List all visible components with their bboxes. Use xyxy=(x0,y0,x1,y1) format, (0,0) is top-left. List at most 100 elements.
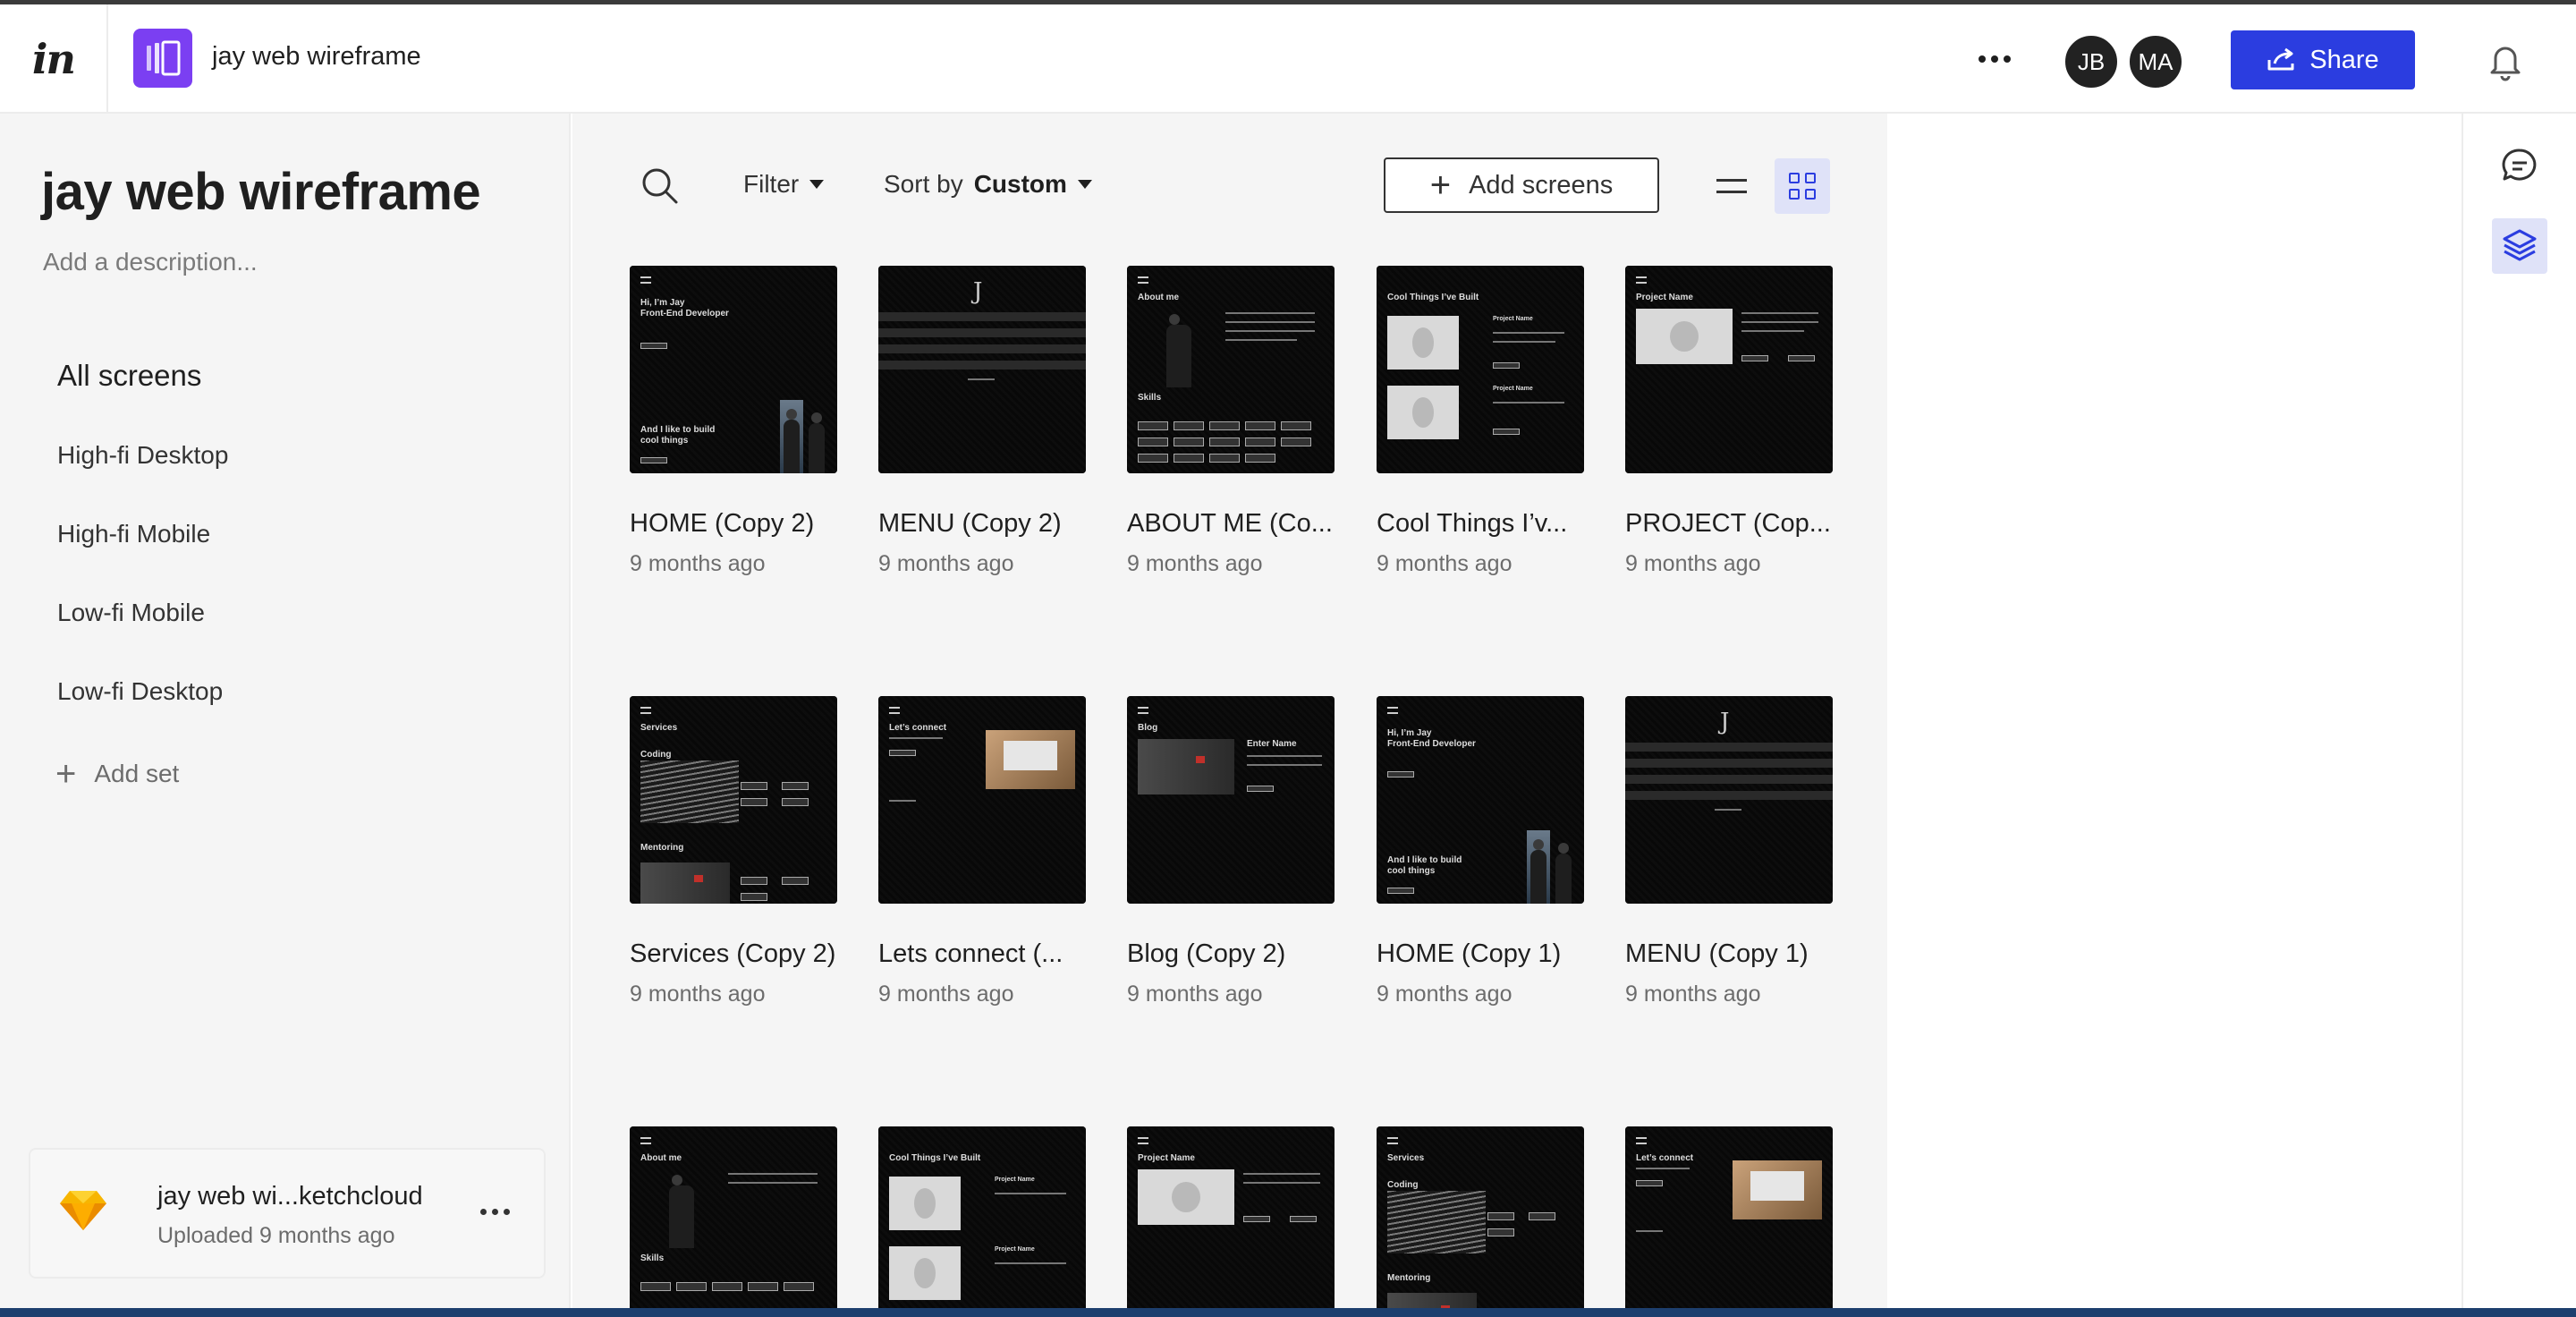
thumb-project-name: Project Name xyxy=(995,1177,1035,1183)
screen-name: Services (Copy 2) xyxy=(630,939,836,968)
screen-name: MENU (Copy 1) xyxy=(1625,939,1809,968)
filter-label: Filter xyxy=(743,170,800,198)
sidebar-item-set[interactable]: Low-fi Mobile xyxy=(57,599,205,627)
right-tool-panel xyxy=(2462,114,2576,1317)
thumb-project-name: Project Name xyxy=(1493,316,1533,322)
layers-button[interactable] xyxy=(2492,218,2547,274)
screen-timestamp: 9 months ago xyxy=(630,981,766,1007)
screen-thumbnail[interactable]: About me Skills xyxy=(630,1126,837,1308)
screen-card[interactable]: Project Name xyxy=(1127,1126,1335,1308)
screen-timestamp: 9 months ago xyxy=(1127,981,1263,1007)
upload-file-name: jay web wi...ketchcloud xyxy=(157,1182,423,1211)
sidebar-item-set[interactable]: Low-fi Desktop xyxy=(57,677,223,706)
screen-card[interactable]: About me Skills xyxy=(630,1126,837,1308)
screen-card[interactable]: J MENU (Copy 1) 9 months ago xyxy=(1625,696,1833,1007)
screen-thumbnail[interactable]: Services Coding Mentoring xyxy=(1377,1126,1584,1308)
project-icon[interactable] xyxy=(133,29,192,88)
thumb-subheading: Mentoring xyxy=(640,843,684,853)
chevron-down-icon xyxy=(1077,180,1092,189)
thumb-heading: Hi, I’m Jay Front-End Developer xyxy=(640,298,729,319)
thumb-heading: Let’s connect xyxy=(889,723,947,733)
screen-thumbnail[interactable]: Project Name xyxy=(1127,1126,1335,1308)
screen-timestamp: 9 months ago xyxy=(878,551,1014,576)
thumb-heading: Services xyxy=(1387,1153,1425,1163)
upload-timestamp: Uploaded 9 months ago xyxy=(157,1223,395,1248)
logo-text: in xyxy=(32,35,76,83)
screen-thumbnail[interactable]: Services Coding Mentoring xyxy=(630,696,837,904)
screen-name: MENU (Copy 2) xyxy=(878,509,1062,538)
search-icon[interactable] xyxy=(639,165,680,206)
screen-card[interactable]: Services Coding Mentoring xyxy=(1377,1126,1584,1308)
screen-timestamp: 9 months ago xyxy=(1377,551,1513,576)
screen-thumbnail[interactable]: Hi, I’m Jay Front-End Developer And I li… xyxy=(1377,696,1584,904)
screen-thumbnail[interactable]: Project Name xyxy=(1625,266,1833,473)
add-screens-label: Add screens xyxy=(1469,170,1614,200)
sidebar-item-set[interactable]: High-fi Mobile xyxy=(57,520,210,548)
top-header: in jay web wireframe JB MA Share xyxy=(0,4,2576,114)
sidebar-item-set[interactable]: High-fi Desktop xyxy=(57,441,228,470)
add-screens-button[interactable]: + Add screens xyxy=(1384,157,1659,213)
more-options-button[interactable] xyxy=(1968,37,2021,81)
screen-timestamp: 9 months ago xyxy=(1127,551,1263,576)
screen-thumbnail[interactable]: Blog Enter Name xyxy=(1127,696,1335,904)
avatar[interactable]: JB xyxy=(2063,33,2120,90)
list-view-button[interactable] xyxy=(1712,166,1751,206)
notification-bell-icon[interactable] xyxy=(2485,40,2526,81)
screen-thumbnail[interactable]: Hi, I’m Jay Front-End Developer And I li… xyxy=(630,266,837,473)
grid-view-button[interactable] xyxy=(1775,158,1830,214)
screen-thumbnail[interactable]: About me Skills xyxy=(1127,266,1335,473)
avatar[interactable]: MA xyxy=(2127,33,2184,90)
screen-card[interactable]: Hi, I’m Jay Front-End Developer And I li… xyxy=(1377,696,1584,1007)
screen-name: HOME (Copy 1) xyxy=(1377,939,1562,968)
window-bottom-edge xyxy=(0,1308,2576,1317)
thumb-subheading: Enter Name xyxy=(1247,739,1297,749)
thumb-heading: Blog xyxy=(1138,723,1158,733)
screen-thumbnail[interactable]: Let’s connect xyxy=(1625,1126,1833,1308)
thumb-heading: Cool Things I’ve Built xyxy=(889,1153,981,1163)
screen-thumbnail[interactable]: Let’s connect xyxy=(878,696,1086,904)
screen-thumbnail[interactable]: Cool Things I’ve Built Project Name Proj… xyxy=(1377,266,1584,473)
plus-icon: + xyxy=(55,754,77,794)
sort-dropdown[interactable]: Sort by Custom xyxy=(884,170,1092,199)
screen-thumbnail[interactable]: Cool Things I’ve Built Project Name Proj… xyxy=(878,1126,1086,1308)
screen-timestamp: 9 months ago xyxy=(630,551,766,576)
screen-card[interactable]: Services Coding Mentoring Services (Copy… xyxy=(630,696,837,1007)
upload-more-button[interactable] xyxy=(478,1209,513,1215)
share-label: Share xyxy=(2309,45,2379,74)
screen-card[interactable]: Blog Enter Name Blog (Copy 2) 9 months a… xyxy=(1127,696,1335,1007)
thumb-subheading: Skills xyxy=(1138,393,1162,403)
screen-card[interactable]: Project Name PROJECT (Cop... 9 months ag… xyxy=(1625,266,1833,577)
description-input[interactable]: Add a description... xyxy=(43,248,258,276)
thumb-subheading: Skills xyxy=(640,1253,665,1263)
share-button[interactable]: Share xyxy=(2231,30,2415,89)
screen-name: PROJECT (Cop... xyxy=(1625,509,1831,538)
project-title[interactable]: jay web wireframe xyxy=(212,42,421,72)
screen-card[interactable]: Cool Things I’ve Built Project Name Proj… xyxy=(1377,266,1584,577)
upload-card[interactable]: jay web wi...ketchcloud Uploaded 9 month… xyxy=(29,1148,546,1279)
thumb-logo: J xyxy=(1720,709,1730,735)
invision-logo[interactable]: in xyxy=(0,4,108,114)
add-set-label: Add set xyxy=(94,760,180,787)
thumb-heading: Project Name xyxy=(1636,293,1693,302)
screen-card[interactable]: J MENU (Copy 2) 9 months ago xyxy=(878,266,1086,577)
sort-label: Sort by xyxy=(884,170,963,198)
thumb-heading: About me xyxy=(1138,293,1180,302)
comment-icon[interactable] xyxy=(2501,147,2538,184)
screen-card[interactable]: Let’s connect xyxy=(1625,1126,1833,1308)
screen-card[interactable]: Cool Things I’ve Built Project Name Proj… xyxy=(878,1126,1086,1308)
screen-timestamp: 9 months ago xyxy=(1625,981,1761,1007)
add-set-button[interactable]: + Add set xyxy=(55,756,179,792)
sidebar-title[interactable]: jay web wireframe xyxy=(41,162,481,222)
filter-dropdown[interactable]: Filter xyxy=(743,170,825,199)
plus-icon: + xyxy=(1429,166,1452,205)
screen-thumbnail[interactable]: J xyxy=(1625,696,1833,904)
screen-card[interactable]: About me Skills ABOUT ME (Co... 9 months… xyxy=(1127,266,1335,577)
sidebar-item-all-screens[interactable]: All screens xyxy=(57,359,201,393)
screen-card[interactable]: Hi, I’m Jay Front-End Developer And I li… xyxy=(630,266,837,577)
screen-card[interactable]: Let’s connect Lets connect (... 9 months… xyxy=(878,696,1086,1007)
thumb-subheading: And I like to build cool things xyxy=(640,425,716,446)
thumb-project-name: Project Name xyxy=(995,1246,1035,1253)
screen-thumbnail[interactable]: J xyxy=(878,266,1086,473)
thumb-heading: Let’s connect xyxy=(1636,1153,1694,1163)
screen-timestamp: 9 months ago xyxy=(878,981,1014,1007)
